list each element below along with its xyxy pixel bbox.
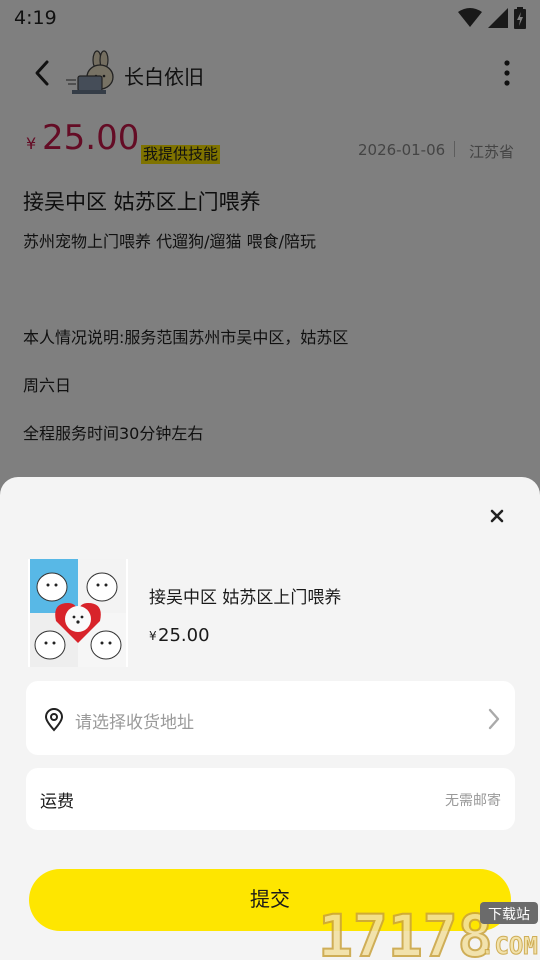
close-icon[interactable]: [486, 505, 508, 527]
location-pin-icon: [44, 708, 64, 732]
address-selector[interactable]: 请选择收货地址: [26, 681, 515, 755]
shipping-label: 运费: [40, 792, 74, 812]
product-price: 25.00: [158, 625, 210, 646]
product-image: [28, 559, 128, 667]
product-currency: ¥: [149, 629, 157, 643]
watermark-suffix: .COM: [480, 932, 538, 960]
watermark-tag: 下载站: [488, 907, 530, 923]
address-placeholder: 请选择收货地址: [75, 713, 194, 733]
product-summary: 接吴中区 姑苏区上门喂养 ¥ 25.00: [28, 559, 508, 667]
chevron-right-icon: [488, 708, 500, 730]
product-title: 接吴中区 姑苏区上门喂养: [149, 588, 342, 608]
site-watermark: 17178 下载站 .COM: [318, 901, 538, 960]
shipping-value: 无需邮寄: [445, 793, 501, 809]
watermark-number: 17178: [318, 902, 493, 960]
order-sheet: 接吴中区 姑苏区上门喂养 ¥ 25.00 请选择收货地址 运费 无需邮寄 提交: [0, 477, 540, 960]
shipping-row: 运费 无需邮寄: [26, 768, 515, 830]
